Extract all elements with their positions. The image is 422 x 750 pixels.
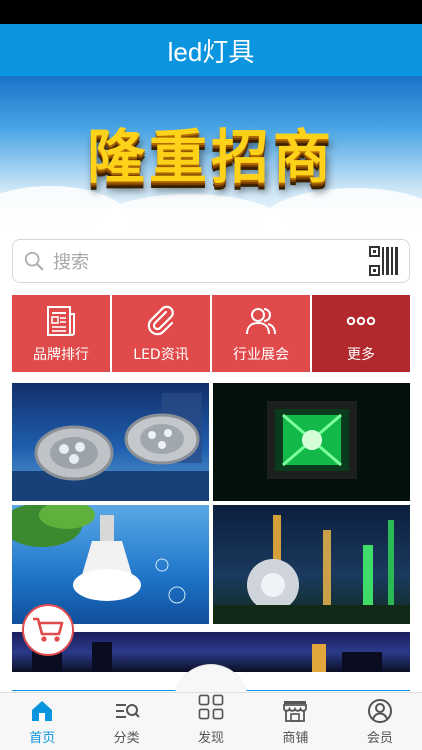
product-tile[interactable] <box>213 383 410 501</box>
product-tile[interactable] <box>213 505 410 624</box>
bottom-tabbar: 首页 分类 发现 商铺 会员 <box>0 692 422 750</box>
status-bar <box>0 0 422 24</box>
paperclip-icon <box>147 305 174 335</box>
tab-label: 发现 <box>198 731 225 746</box>
tab-label: 分类 <box>113 731 140 746</box>
category-icon <box>115 704 140 718</box>
banner-headline: 隆重招商 <box>86 123 335 191</box>
cart-button[interactable] <box>22 604 74 656</box>
page-title: led灯具 <box>167 36 255 67</box>
tab-home[interactable]: 首页 <box>0 693 84 750</box>
tab-discover[interactable]: 发现 <box>169 693 253 750</box>
cart-icon <box>33 617 64 642</box>
quick-nav: 品牌排行 LED资讯 行业展会 更多 <box>12 295 410 372</box>
user-icon <box>367 699 392 723</box>
promo-banner[interactable]: 隆重招商 <box>0 76 422 228</box>
quick-nav-label: 行业展会 <box>233 346 289 363</box>
tab-category[interactable]: 分类 <box>84 693 168 750</box>
quick-nav-led-news[interactable]: LED资讯 <box>112 295 210 372</box>
more-dots-icon <box>346 316 376 325</box>
product-image <box>267 401 357 479</box>
search-icon <box>24 251 44 271</box>
quick-nav-label: 更多 <box>347 346 375 363</box>
quick-nav-label: LED资讯 <box>133 346 189 363</box>
quick-nav-more[interactable]: 更多 <box>312 295 410 372</box>
product-grid <box>12 383 410 624</box>
tab-label: 会员 <box>366 731 393 746</box>
store-icon <box>283 701 308 722</box>
tab-label: 商铺 <box>282 731 309 746</box>
search-input[interactable]: 搜索 <box>53 248 369 274</box>
newspaper-icon <box>47 305 75 336</box>
home-icon <box>32 701 53 721</box>
quick-nav-exhibitions[interactable]: 行业展会 <box>212 295 310 372</box>
product-image <box>213 515 410 624</box>
search-bar[interactable]: 搜索 <box>12 239 410 283</box>
grid-icon <box>198 694 224 720</box>
quick-nav-label: 品牌排行 <box>33 346 89 363</box>
quick-nav-brand-ranking[interactable]: 品牌排行 <box>12 295 110 372</box>
tab-member[interactable]: 会员 <box>338 693 422 750</box>
qr-code-scan-icon[interactable] <box>369 246 399 276</box>
tab-store[interactable]: 商铺 <box>253 693 337 750</box>
product-image <box>12 393 209 501</box>
product-tile[interactable] <box>12 383 209 501</box>
users-icon <box>246 307 276 334</box>
tab-label: 首页 <box>29 731 56 746</box>
app-header: led灯具 <box>0 24 422 76</box>
cloud-decoration <box>260 188 422 228</box>
